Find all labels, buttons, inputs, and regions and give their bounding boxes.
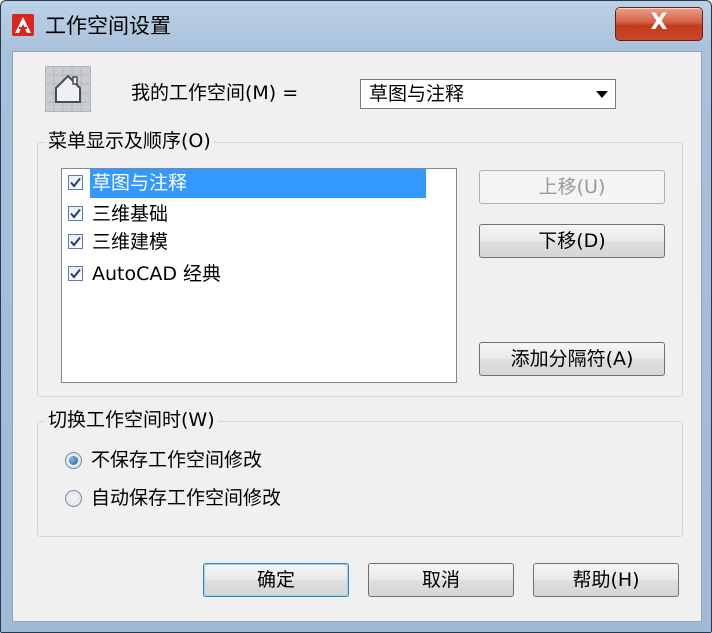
add-separator-button[interactable]: 添加分隔符(A) [479,342,665,376]
move-up-button[interactable]: 上移(U) [479,170,665,204]
workspace-settings-dialog: 工作空间设置 X 我的工作空间(M) = 草图与注释 菜单显示及顺序(O) 草图… [0,0,712,633]
checkmark-icon [70,177,81,188]
checkmark-icon [70,236,81,247]
close-icon: X [650,10,668,35]
workspace-selected-value: 草图与注释 [369,83,465,105]
checkmark-icon [70,208,81,219]
workspace-dropdown[interactable]: 草图与注释 [360,79,616,109]
list-item-label: 草图与注释 [90,169,426,198]
radio-auto-save-label[interactable]: 自动保存工作空间修改 [91,485,281,511]
list-item[interactable]: 三维建模 [62,228,456,257]
cancel-button[interactable]: 取消 [368,563,514,597]
list-item-label: 三维建模 [92,231,169,253]
radio-dot [69,456,78,465]
checkbox[interactable] [68,266,83,281]
dialog-body: 我的工作空间(M) = 草图与注释 菜单显示及顺序(O) 草图与注释 三维基础 [12,51,702,622]
list-item-label: 三维基础 [92,203,169,225]
autocad-logo-icon [12,14,34,36]
radio-dont-save[interactable] [65,452,82,469]
list-item-label: AutoCAD 经典 [92,263,222,285]
close-button[interactable]: X [615,7,703,41]
ok-button[interactable]: 确定 [203,563,349,597]
switch-workspace-group-title: 切换工作空间时(W) [45,408,218,432]
help-button[interactable]: 帮助(H) [533,563,679,597]
title-bar: 工作空间设置 X [1,1,711,51]
workspace-listbox[interactable]: 草图与注释 三维基础 三维建模 AutoCAD 经典 [61,168,457,383]
switch-workspace-group [37,421,683,537]
checkbox[interactable] [68,206,83,221]
radio-auto-save[interactable] [65,490,82,507]
checkmark-icon [70,268,81,279]
list-item[interactable]: 草图与注释 [62,169,456,198]
window-title: 工作空间设置 [45,14,171,38]
checkbox[interactable] [68,175,83,190]
menu-order-group-title: 菜单显示及顺序(O) [45,129,214,153]
list-item[interactable]: AutoCAD 经典 [62,260,456,289]
workspace-label: 我的工作空间(M) = [131,82,299,104]
checkbox[interactable] [68,234,83,249]
chevron-down-icon [596,91,608,98]
radio-dont-save-label[interactable]: 不保存工作空间修改 [91,447,262,473]
list-item[interactable]: 三维基础 [62,200,456,229]
move-down-button[interactable]: 下移(D) [479,224,665,258]
house-icon [45,66,91,112]
